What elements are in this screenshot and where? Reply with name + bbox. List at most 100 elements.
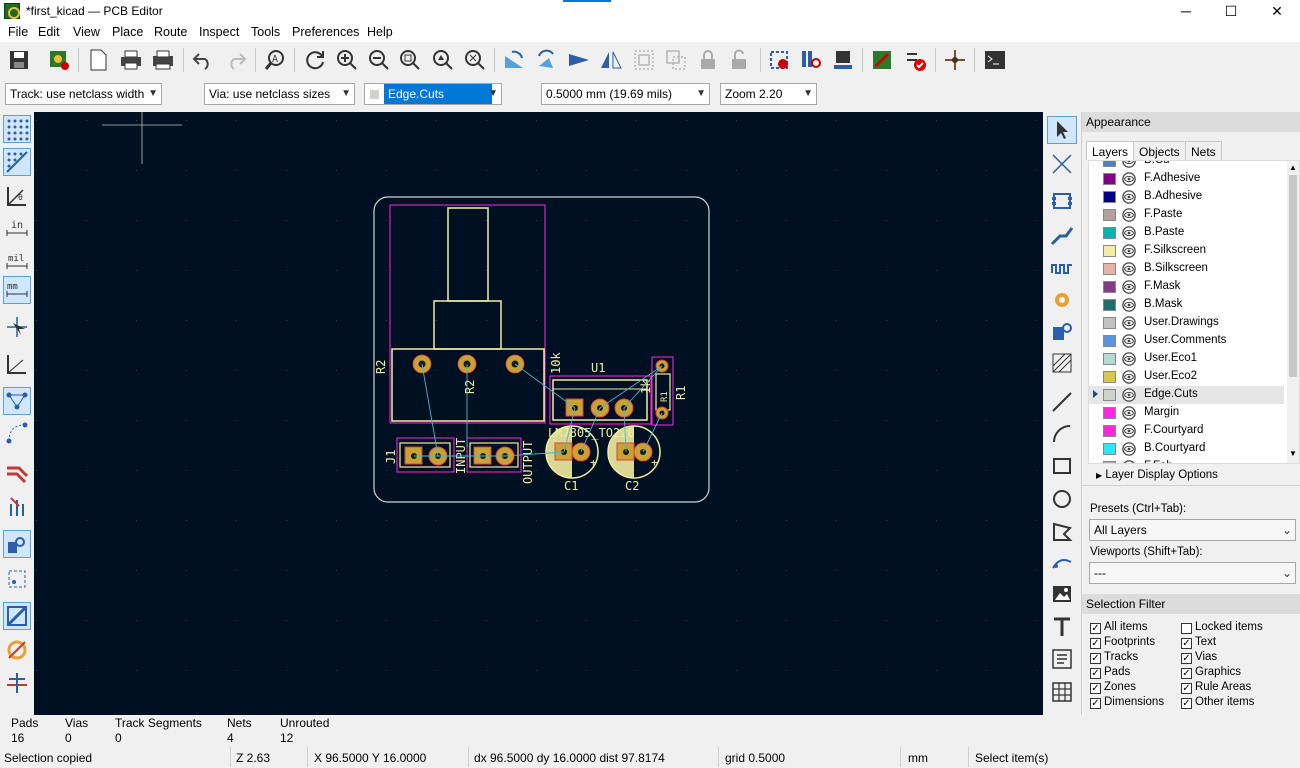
zone-outline-icon[interactable] [3,565,31,593]
layer-row[interactable]: B.Mask [1089,296,1284,314]
draw-circle-icon[interactable] [1047,485,1077,513]
zoom-fit-icon[interactable] [396,46,424,74]
layer-row[interactable]: User.Eco1 [1089,350,1284,368]
draw-polygon-icon[interactable] [1047,518,1077,546]
draw-rectangle-icon[interactable] [1047,452,1077,480]
menu-inspect[interactable]: Inspect [199,25,239,39]
curved-ratsnest-icon[interactable] [3,419,31,447]
polar-coords-icon[interactable]: θ [3,182,31,210]
full-crosshair-icon[interactable] [3,313,31,341]
layer-row[interactable]: F.Paste [1089,206,1284,224]
eye-icon[interactable] [1122,208,1136,222]
add-textbox-icon[interactable] [1047,645,1077,673]
maximize-button[interactable]: ☐ [1208,0,1254,22]
layer-color-swatch[interactable] [1103,407,1116,419]
layer-row[interactable]: B.Paste [1089,224,1284,242]
lock-icon[interactable] [694,46,722,74]
layer-row[interactable]: F.Courtyard [1089,422,1284,440]
eye-icon[interactable] [1122,370,1136,384]
eye-icon[interactable] [1122,280,1136,294]
pcb-canvas[interactable]: R2 R2 10k U1 LM7805_TO220 R1 R1 1k J1 IN… [34,112,1043,715]
net-color-icon[interactable] [3,636,31,664]
refresh-icon[interactable] [301,46,329,74]
draw-line-icon[interactable] [1047,388,1077,416]
grid-overrides-icon[interactable] [3,148,31,176]
eye-icon[interactable] [1122,460,1136,464]
drc-icon[interactable] [901,46,929,74]
microwave-tools-icon[interactable] [3,669,31,697]
eye-icon[interactable] [1122,316,1136,330]
layer-row[interactable]: B.Cu [1089,160,1284,170]
save-icon[interactable] [5,46,33,74]
layer-row[interactable]: Edge.Cuts [1089,386,1284,404]
layer-row[interactable]: B.Adhesive [1089,188,1284,206]
eye-icon[interactable] [1122,424,1136,438]
eye-icon[interactable] [1122,190,1136,204]
add-text-icon[interactable] [1047,613,1077,641]
menu-place[interactable]: Place [112,25,143,39]
zoom-selection-icon[interactable] [461,46,489,74]
layer-color-swatch[interactable] [1103,299,1116,311]
layer-row[interactable]: User.Eco2 [1089,368,1284,386]
layer-color-swatch[interactable] [1103,227,1116,239]
layer-color-swatch[interactable] [1103,371,1116,383]
filter-checkbox[interactable]: ✓ [1090,668,1101,679]
layer-color-swatch[interactable] [1103,191,1116,203]
filter-checkbox[interactable]: ✓ [1181,653,1192,664]
minimize-button[interactable]: ─ [1163,0,1209,22]
add-image-icon[interactable] [1047,580,1077,608]
scroll-down-icon[interactable]: ▼ [1289,449,1297,458]
filter-checkbox[interactable]: ✓ [1090,683,1101,694]
add-footprint-icon[interactable] [1047,187,1077,215]
scripting-console-icon[interactable] [981,46,1009,74]
close-button[interactable]: ✕ [1254,0,1300,22]
find-icon[interactable]: A [261,46,289,74]
eye-icon[interactable] [1122,172,1136,186]
3d-viewer-icon[interactable] [829,46,857,74]
eye-icon[interactable] [1122,298,1136,312]
grid-toggle-icon[interactable] [3,115,31,143]
menu-route[interactable]: Route [154,25,187,39]
scroll-up-icon[interactable]: ▲ [1289,163,1297,172]
eye-icon[interactable] [1122,262,1136,276]
rotate-cw-icon[interactable] [533,46,561,74]
menu-view[interactable]: View [73,25,100,39]
layer-color-swatch[interactable] [1103,245,1116,257]
footprint-browser-icon[interactable] [797,46,825,74]
tab-nets[interactable]: Nets [1185,141,1222,161]
unlock-icon[interactable] [725,46,753,74]
menu-preferences[interactable]: Preferences [292,25,359,39]
track-outline-icon[interactable] [3,458,31,486]
via-size-select[interactable]: Via: use netclass sizes ▼ [204,83,355,105]
layer-color-swatch[interactable] [1103,353,1116,365]
zoom-select[interactable]: Zoom 2.20 ▼ [720,83,817,105]
track-width-select[interactable]: Track: use netclass width ▼ [5,83,162,105]
eye-icon[interactable] [1122,226,1136,240]
high-contrast-icon[interactable] [3,602,31,630]
tab-objects[interactable]: Objects [1133,141,1186,161]
add-dimension-icon[interactable] [1047,550,1077,578]
layer-color-swatch[interactable] [1103,209,1116,221]
filter-checkbox[interactable]: ✓ [1181,683,1192,694]
zoom-out-icon[interactable] [365,46,393,74]
menu-help[interactable]: Help [367,25,393,39]
filter-checkbox[interactable]: ✓ [1181,668,1192,679]
filter-checkbox[interactable]: ✓ [1090,698,1101,709]
menu-file[interactable]: File [8,25,28,39]
layer-list[interactable]: B.Cu F.Adhesive B.Adhesive F.Paste B.Paste F.… [1088,160,1300,464]
layer-row[interactable]: F.Mask [1089,278,1284,296]
layer-list-scrollbar[interactable]: ▲ ▼ [1287,161,1299,463]
local-ratsnest-icon[interactable] [1047,150,1077,178]
layer-color-swatch[interactable] [1103,443,1116,455]
layer-color-swatch[interactable] [1103,173,1116,185]
draw-arc-icon[interactable] [1047,420,1077,448]
scroll-thumb[interactable] [1289,175,1297,377]
eye-icon[interactable] [1122,160,1136,168]
select-arrow-icon[interactable] [1047,116,1077,144]
flip-icon[interactable] [565,46,593,74]
layer-color-swatch[interactable] [1103,425,1116,437]
ungroup-icon[interactable] [662,46,690,74]
units-mm-icon[interactable]: mm [3,276,31,304]
layer-color-swatch[interactable] [1103,389,1116,401]
eye-icon[interactable] [1122,244,1136,258]
